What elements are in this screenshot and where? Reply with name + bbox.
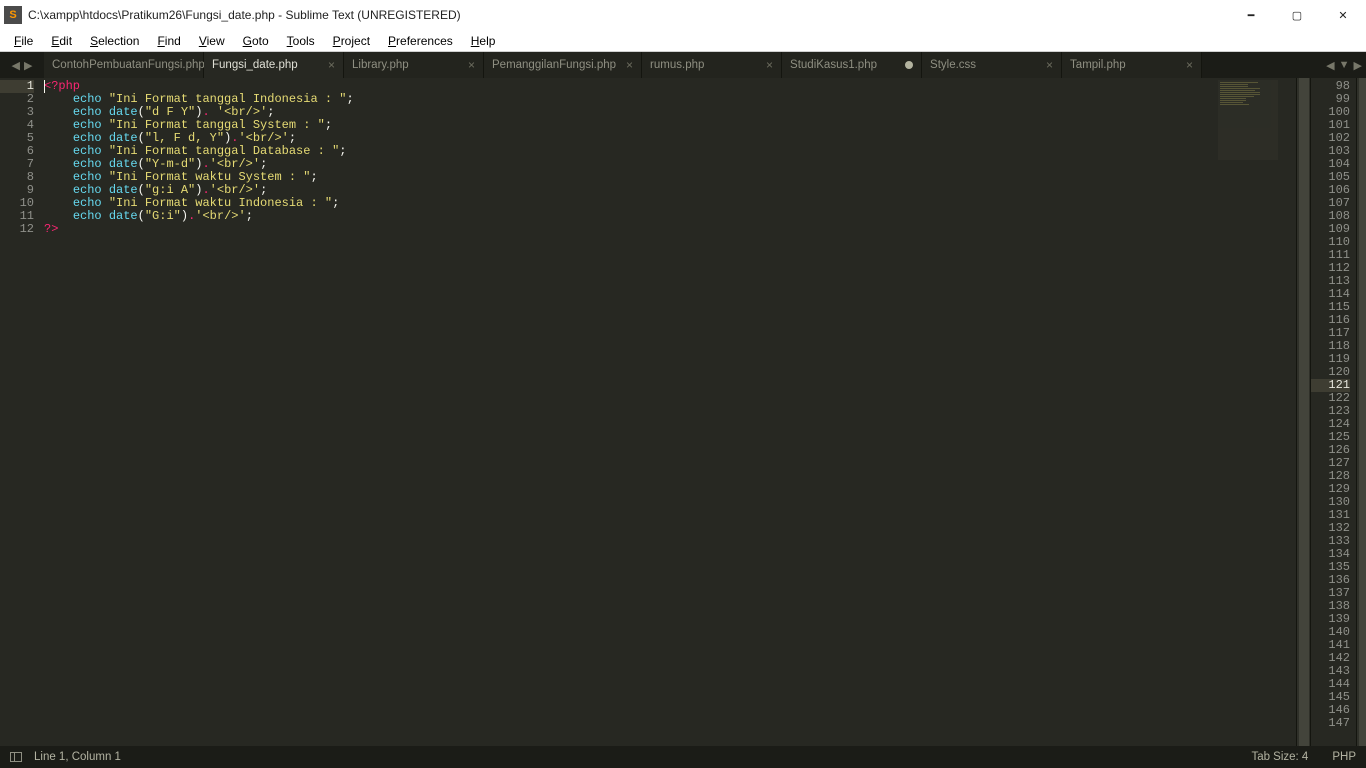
tab-pemanggilanfungsi-php[interactable]: PemanggilanFungsi.php ×	[484, 52, 642, 78]
menu-selection[interactable]: Selection	[82, 32, 147, 50]
menu-project[interactable]: Project	[325, 32, 378, 50]
tab-size[interactable]: Tab Size: 4	[1251, 751, 1308, 763]
panel-switch-icon[interactable]	[10, 752, 22, 762]
tab-label: ContohPembuatanFungsi.php	[52, 59, 205, 71]
tab-style-css[interactable]: Style.css ×	[922, 52, 1062, 78]
tab-label: StudiKasus1.php	[790, 59, 877, 71]
close-button[interactable]: ✕	[1320, 0, 1366, 30]
tab-label: Library.php	[352, 59, 409, 71]
tab-nav-right[interactable]: ◀ ▼ ▶	[1322, 52, 1366, 78]
cursor-position[interactable]: Line 1, Column 1	[34, 751, 121, 763]
tab-rumus-php[interactable]: rumus.php ×	[642, 52, 782, 78]
window-titlebar: S C:\xampp\htdocs\Pratikum26\Fungsi_date…	[0, 0, 1366, 30]
tab-contohpembuatanfungsi-php[interactable]: ContohPembuatanFungsi.php×	[44, 52, 204, 78]
window-controls: ━ ▢ ✕	[1228, 0, 1366, 30]
code-line[interactable]: ?>	[44, 223, 1296, 236]
close-tab-icon[interactable]: ×	[626, 58, 633, 72]
tab-library-php[interactable]: Library.php ×	[344, 52, 484, 78]
code-content[interactable]: <?php echo "Ini Format tanggal Indonesia…	[44, 78, 1296, 236]
vertical-scrollbar-left[interactable]	[1296, 78, 1310, 746]
tab-label: Tampil.php	[1070, 59, 1126, 71]
app-icon: S	[4, 6, 22, 24]
tab-nav-left[interactable]: ◀ ▶	[0, 52, 44, 78]
editor-area: 123456789101112 <?php echo "Ini Format t…	[0, 78, 1366, 746]
line-number[interactable]: 147	[1311, 717, 1350, 730]
close-tab-icon[interactable]: ×	[1046, 58, 1053, 72]
minimize-button[interactable]: ━	[1228, 0, 1274, 30]
code-view-left[interactable]: <?php echo "Ini Format tanggal Indonesia…	[44, 78, 1296, 746]
menu-edit[interactable]: Edit	[43, 32, 80, 50]
tabs-container: ContohPembuatanFungsi.php×Fungsi_date.ph…	[44, 52, 1320, 78]
maximize-button[interactable]: ▢	[1274, 0, 1320, 30]
dirty-dot-icon	[905, 61, 913, 69]
scrollbar-thumb[interactable]	[1299, 78, 1309, 746]
menu-help[interactable]: Help	[463, 32, 504, 50]
menu-view[interactable]: View	[191, 32, 233, 50]
line-gutter-left[interactable]: 123456789101112	[0, 78, 44, 746]
chevron-left-icon: ◀	[12, 59, 20, 72]
close-tab-icon[interactable]: ×	[766, 58, 773, 72]
window-title: C:\xampp\htdocs\Pratikum26\Fungsi_date.p…	[28, 8, 1228, 22]
menu-tools[interactable]: Tools	[279, 32, 323, 50]
scrollbar-thumb[interactable]	[1359, 78, 1366, 746]
menu-find[interactable]: Find	[149, 32, 188, 50]
tab-label: Fungsi_date.php	[212, 59, 298, 71]
menu-bar: FileEditSelectionFindViewGotoToolsProjec…	[0, 30, 1366, 52]
menu-goto[interactable]: Goto	[235, 32, 277, 50]
chevron-left-icon: ◀	[1326, 59, 1334, 72]
close-tab-icon[interactable]: ×	[468, 58, 475, 72]
syntax-mode[interactable]: PHP	[1332, 751, 1356, 763]
status-bar: Line 1, Column 1 Tab Size: 4 PHP	[0, 746, 1366, 768]
tab-bar: ◀ ▶ ContohPembuatanFungsi.php×Fungsi_dat…	[0, 52, 1366, 78]
minimap[interactable]	[1218, 80, 1278, 160]
tab-studikasus1-php[interactable]: StudiKasus1.php	[782, 52, 922, 78]
chevron-down-icon: ▼	[1339, 59, 1350, 71]
close-tab-icon[interactable]: ×	[1186, 58, 1193, 72]
close-tab-icon[interactable]: ×	[328, 58, 335, 72]
menu-preferences[interactable]: Preferences	[380, 32, 461, 50]
chevron-right-icon: ▶	[1353, 59, 1361, 72]
line-number[interactable]: 12	[0, 223, 34, 236]
text-caret	[44, 80, 45, 93]
tab-label: Style.css	[930, 59, 976, 71]
code-line[interactable]: echo date("G:i").'<br/>';	[44, 210, 1296, 223]
tab-label: rumus.php	[650, 59, 704, 71]
vertical-scrollbar-right[interactable]	[1356, 78, 1366, 746]
tab-tampil-php[interactable]: Tampil.php ×	[1062, 52, 1202, 78]
tab-label: PemanggilanFungsi.php	[492, 59, 616, 71]
chevron-right-icon: ▶	[24, 59, 32, 72]
menu-file[interactable]: File	[6, 32, 41, 50]
line-gutter-right[interactable]: 9899100101102103104105106107108109110111…	[1310, 78, 1356, 746]
tab-fungsi_date-php[interactable]: Fungsi_date.php ×	[204, 52, 344, 78]
